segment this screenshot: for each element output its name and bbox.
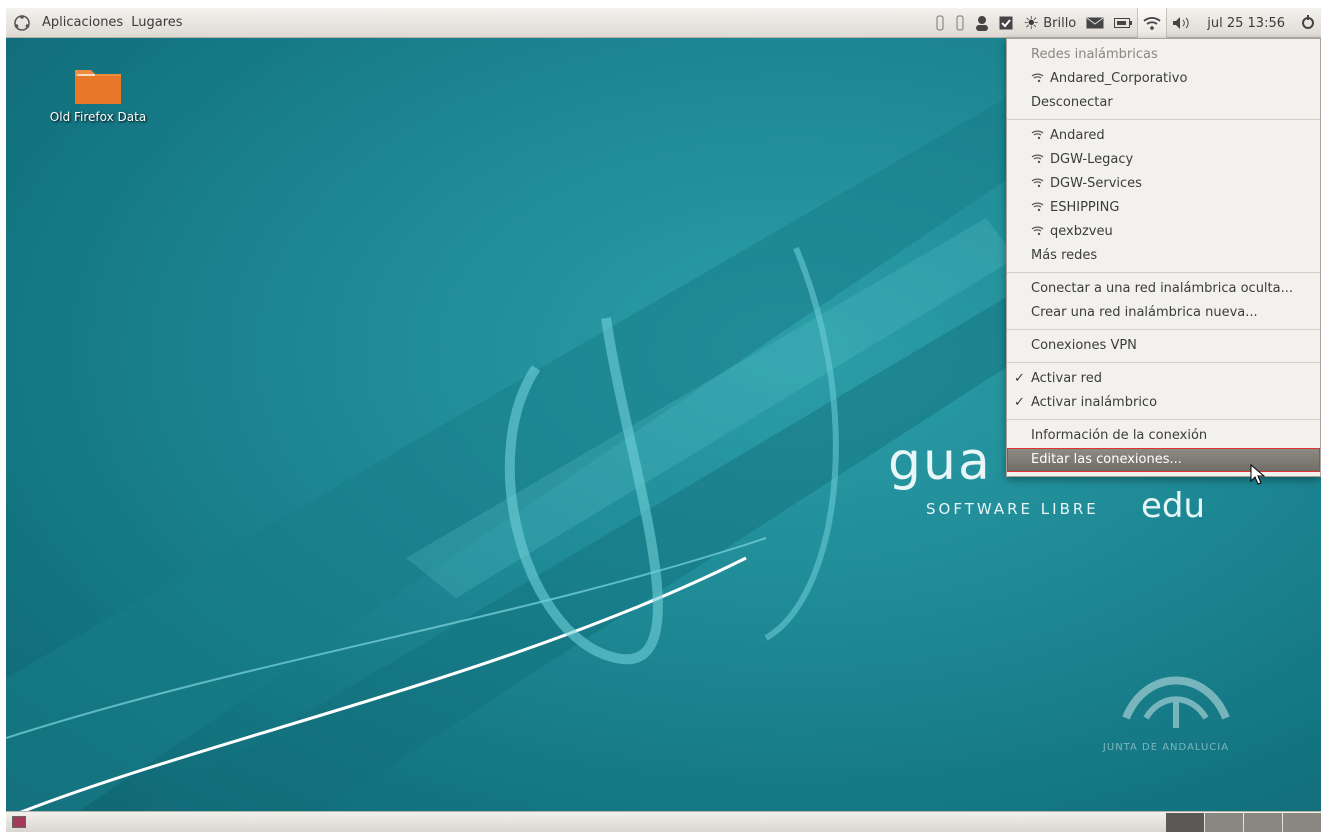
workspace-4[interactable] (1283, 813, 1321, 832)
bottom-panel (6, 811, 1321, 832)
wifi-signal-icon (1031, 124, 1045, 148)
menu-more-networks[interactable]: Más redes (1007, 244, 1320, 268)
usb-drive-icon[interactable] (950, 8, 970, 38)
network-name: ESHIPPING (1050, 200, 1120, 215)
network-item[interactable]: qexbzveu (1007, 220, 1320, 244)
show-desktop-icon[interactable] (12, 816, 26, 828)
desktop-folder-old-firefox-data[interactable]: Old Firefox Data (28, 64, 168, 124)
brightness-applet[interactable]: ☀ Brillo (1018, 8, 1081, 38)
wifi-signal-icon (1031, 172, 1045, 196)
folder-icon (75, 70, 121, 104)
wifi-signal-icon (1031, 148, 1045, 172)
network-item[interactable]: DGW-Services (1007, 172, 1320, 196)
brand-logo-text: gua (888, 432, 992, 492)
power-gear-icon[interactable] (1295, 8, 1321, 38)
network-name: qexbzveu (1050, 224, 1113, 239)
usb-drive-icon[interactable] (930, 8, 950, 38)
workspace-2[interactable] (1205, 813, 1243, 832)
network-name: Andared_Corporativo (1050, 71, 1188, 86)
network-menu: Redes inalámbricas Andared_Corporativo D… (1006, 38, 1321, 477)
network-item[interactable]: DGW-Legacy (1007, 148, 1320, 172)
mouse-cursor-icon (1250, 464, 1266, 485)
wifi-signal-icon (1031, 67, 1045, 91)
menu-header-wireless: Redes inalámbricas (1031, 47, 1158, 62)
menu-edit-connections[interactable]: Editar las conexiones... (1007, 448, 1320, 472)
ubuntu-logo-icon[interactable] (12, 13, 32, 33)
brightness-label: Brillo (1043, 15, 1077, 31)
workspace-3[interactable] (1244, 813, 1282, 832)
menu-create-network[interactable]: Crear una red inalámbrica nueva... (1007, 301, 1320, 325)
junta-logo: JUNTA DE ANDALUCIA (1086, 658, 1246, 768)
menu-label: Activar inalámbrico (1031, 395, 1158, 410)
brand-edu: edu (1141, 486, 1206, 526)
network-name: Andared (1050, 128, 1105, 143)
top-panel: Aplicaciones Lugares ☀ Brillo jul 25 13:… (6, 8, 1321, 38)
battery-icon[interactable] (1109, 8, 1137, 38)
menu-applications[interactable]: Aplicaciones (38, 15, 127, 30)
menu-separator (1007, 119, 1320, 120)
wifi-signal-icon (1031, 196, 1045, 220)
junta-emblem-icon (1122, 676, 1230, 728)
volume-icon[interactable] (1167, 8, 1197, 38)
network-wifi-icon[interactable] (1137, 8, 1168, 38)
sun-icon: ☀ (1023, 12, 1040, 34)
menu-enable-wireless[interactable]: ✓ Activar inalámbrico (1007, 391, 1320, 415)
junta-title: JUNTA DE ANDALUCIA (1102, 742, 1230, 753)
menu-label: Activar red (1031, 371, 1102, 386)
workspace-1[interactable] (1166, 813, 1204, 832)
menu-separator (1007, 362, 1320, 363)
network-item[interactable]: Andared (1007, 124, 1320, 148)
network-item[interactable]: ESHIPPING (1007, 196, 1320, 220)
screen: Old Firefox Data gua SOFTWARE LIBRE edu … (6, 8, 1321, 832)
brand-subtitle: SOFTWARE LIBRE (926, 500, 1099, 518)
desktop-icon-label: Old Firefox Data (49, 110, 147, 124)
menu-places[interactable]: Lugares (127, 15, 186, 30)
network-name: DGW-Services (1050, 176, 1142, 191)
menu-connect-hidden[interactable]: Conectar a una red inalámbrica oculta... (1007, 277, 1320, 301)
checkbox-applet-icon[interactable] (994, 8, 1018, 38)
wifi-signal-icon (1031, 220, 1045, 244)
clock[interactable]: jul 25 13:56 (1197, 8, 1295, 38)
checkmark-icon: ✓ (1014, 371, 1025, 386)
menu-enable-network[interactable]: ✓ Activar red (1007, 367, 1320, 391)
menu-separator (1007, 329, 1320, 330)
network-item-connected[interactable]: Andared_Corporativo (1007, 67, 1320, 91)
mail-icon[interactable] (1081, 8, 1109, 38)
menu-vpn-connections[interactable]: Conexiones VPN (1007, 334, 1320, 358)
menu-connection-info[interactable]: Información de la conexión (1007, 424, 1320, 448)
checkmark-icon: ✓ (1014, 395, 1025, 410)
menu-separator (1007, 419, 1320, 420)
menu-separator (1007, 272, 1320, 273)
network-name: DGW-Legacy (1050, 152, 1134, 167)
menu-disconnect[interactable]: Desconectar (1007, 91, 1320, 115)
user-icon[interactable] (970, 8, 994, 38)
